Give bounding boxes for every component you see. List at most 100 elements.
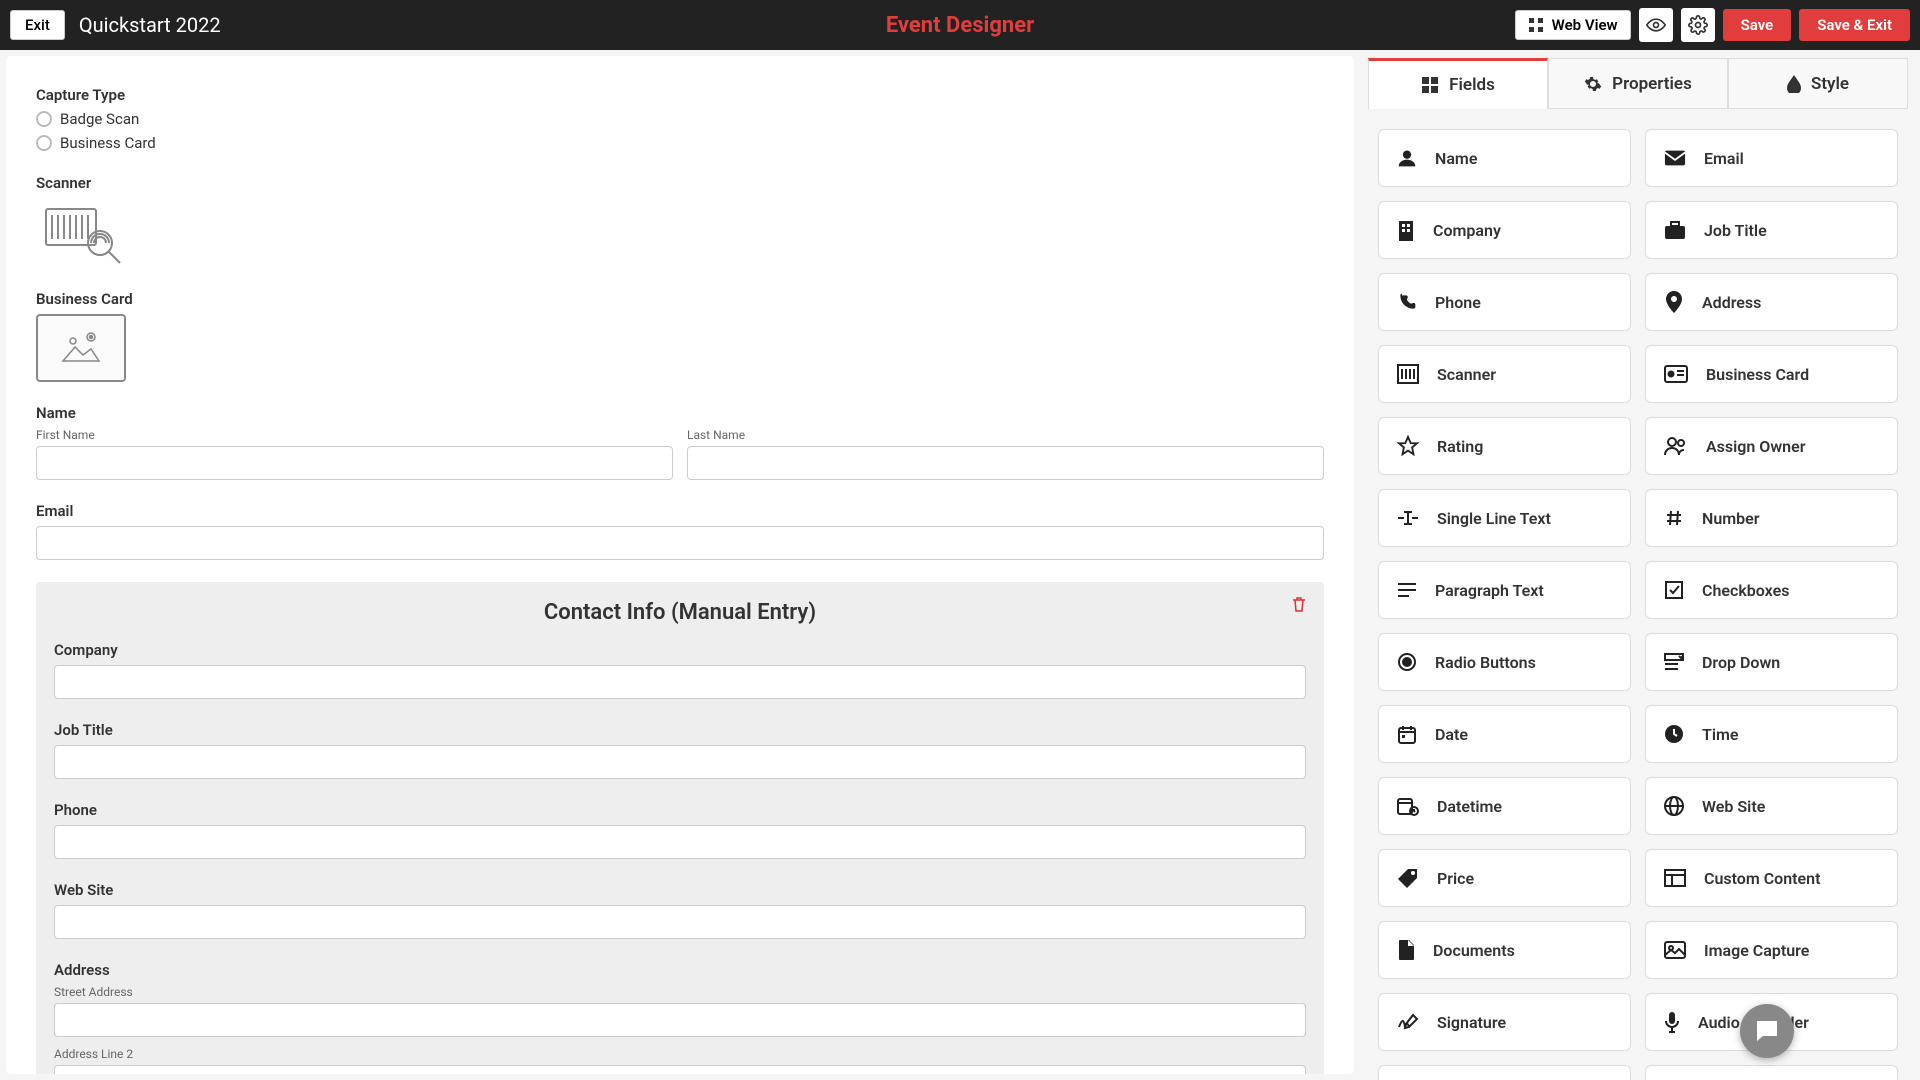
form-canvas[interactable]: Capture Type Badge Scan Business Card Sc… [6, 56, 1354, 1074]
first-name-input[interactable] [36, 446, 673, 480]
tab-style[interactable]: Style [1728, 58, 1908, 109]
jobtitle-block[interactable]: Job Title [54, 721, 1306, 779]
field-date[interactable]: Date [1378, 705, 1631, 763]
field-label: Custom Content [1704, 869, 1820, 888]
field-checkboxes[interactable]: Checkboxes [1645, 561, 1898, 619]
radio-badge-scan[interactable]: Badge Scan [36, 110, 1324, 128]
last-name-input[interactable] [687, 446, 1324, 480]
paragraph-icon [1397, 582, 1417, 598]
capture-type-block[interactable]: Capture Type Badge Scan Business Card [36, 86, 1324, 152]
barcode-icon [38, 201, 124, 265]
field-name[interactable]: Name [1378, 129, 1631, 187]
field-time[interactable]: Time [1645, 705, 1898, 763]
section-delete-icon[interactable] [1292, 596, 1306, 612]
bcard-block[interactable]: Business Card [36, 290, 1324, 382]
jobtitle-input[interactable] [54, 745, 1306, 779]
field-label: Signature [1437, 1013, 1506, 1032]
phone-input[interactable] [54, 825, 1306, 859]
globe-icon [1664, 796, 1684, 816]
field-label: Business Card [1706, 365, 1809, 384]
address-label: Address [54, 961, 1306, 979]
phone-block[interactable]: Phone [54, 801, 1306, 859]
trash-icon [1292, 596, 1306, 612]
field-dropdown[interactable]: Drop Down [1645, 633, 1898, 691]
tab-label: Style [1811, 74, 1849, 94]
field-jobtitle[interactable]: Job Title [1645, 201, 1898, 259]
building-icon [1397, 219, 1415, 241]
preview-button[interactable] [1639, 8, 1673, 42]
bcard-widget[interactable] [36, 314, 126, 382]
email-input[interactable] [36, 526, 1324, 560]
topbar: Exit Quickstart 2022 Event Designer Web … [0, 0, 1920, 50]
tab-label: Properties [1612, 74, 1692, 94]
field-price[interactable]: Price [1378, 849, 1631, 907]
field-column-sep[interactable]: Column Separator [1378, 1065, 1631, 1080]
address-block[interactable]: Address Street Address Address Line 2 [54, 961, 1306, 1074]
drop-icon [1787, 75, 1801, 93]
line2-input[interactable] [54, 1065, 1306, 1074]
field-rating[interactable]: Rating [1378, 417, 1631, 475]
save-exit-button[interactable]: Save & Exit [1799, 9, 1910, 41]
layout-icon [1664, 869, 1686, 887]
street-sublabel: Street Address [54, 985, 1306, 999]
tab-fields[interactable]: Fields [1368, 58, 1548, 109]
company-block[interactable]: Company [54, 641, 1306, 699]
street-input[interactable] [54, 1003, 1306, 1037]
field-documents[interactable]: Documents [1378, 921, 1631, 979]
company-input[interactable] [54, 665, 1306, 699]
field-email[interactable]: Email [1645, 129, 1898, 187]
field-signature[interactable]: Signature [1378, 993, 1631, 1051]
field-scanner[interactable]: Scanner [1378, 345, 1631, 403]
text-cursor-icon [1397, 510, 1419, 526]
email-block[interactable]: Email [36, 502, 1324, 560]
gear-icon [1688, 15, 1708, 35]
radio-icon [36, 111, 52, 127]
field-label: Time [1702, 725, 1739, 744]
clock-icon [1664, 724, 1684, 744]
field-number[interactable]: Number [1645, 489, 1898, 547]
briefcase-icon [1664, 220, 1686, 240]
field-radio[interactable]: Radio Buttons [1378, 633, 1631, 691]
field-single-line[interactable]: Single Line Text [1378, 489, 1631, 547]
field-bcard[interactable]: Business Card [1645, 345, 1898, 403]
barcode-icon [1397, 364, 1419, 384]
website-label: Web Site [54, 881, 1306, 899]
field-section[interactable]: Section [1645, 1065, 1898, 1080]
chat-widget[interactable] [1740, 1004, 1794, 1058]
field-website[interactable]: Web Site [1645, 777, 1898, 835]
field-custom-content[interactable]: Custom Content [1645, 849, 1898, 907]
field-company[interactable]: Company [1378, 201, 1631, 259]
field-label: Job Title [1704, 221, 1767, 240]
settings-button[interactable] [1681, 8, 1715, 42]
name-block[interactable]: Name First Name Last Name [36, 404, 1324, 480]
scanner-widget[interactable] [36, 198, 126, 268]
section-contact-info[interactable]: Contact Info (Manual Entry) Company Job … [36, 582, 1324, 1074]
tag-icon [1397, 868, 1419, 888]
field-paragraph[interactable]: Paragraph Text [1378, 561, 1631, 619]
field-phone[interactable]: Phone [1378, 273, 1631, 331]
image-icon [1664, 941, 1686, 959]
field-label: Documents [1433, 941, 1515, 960]
field-image-capture[interactable]: Image Capture [1645, 921, 1898, 979]
field-assign-owner[interactable]: Assign Owner [1645, 417, 1898, 475]
exit-button[interactable]: Exit [10, 10, 65, 40]
field-address[interactable]: Address [1645, 273, 1898, 331]
radio-label: Badge Scan [60, 110, 139, 128]
scanner-block[interactable]: Scanner [36, 174, 1324, 268]
field-label: Company [1433, 221, 1501, 240]
tab-properties[interactable]: Properties [1548, 58, 1728, 109]
field-label: Scanner [1437, 365, 1496, 384]
grid-icon [1528, 17, 1544, 33]
field-label: Paragraph Text [1435, 581, 1544, 600]
line2-sublabel: Address Line 2 [54, 1047, 1306, 1061]
field-label: Web Site [1702, 797, 1765, 816]
tab-label: Fields [1449, 75, 1495, 95]
website-block[interactable]: Web Site [54, 881, 1306, 939]
star-icon [1397, 435, 1419, 457]
radio-business-card[interactable]: Business Card [36, 134, 1324, 152]
save-button[interactable]: Save [1723, 9, 1792, 41]
field-datetime[interactable]: Datetime [1378, 777, 1631, 835]
website-input[interactable] [54, 905, 1306, 939]
web-view-button[interactable]: Web View [1515, 10, 1631, 40]
hash-icon [1664, 508, 1684, 528]
